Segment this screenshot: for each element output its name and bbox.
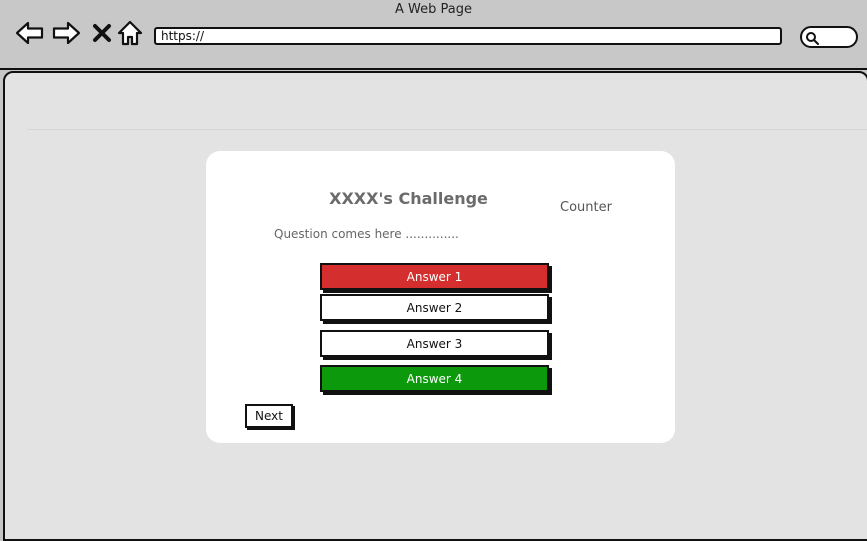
forward-arrow-icon[interactable]	[51, 18, 81, 48]
next-button[interactable]: Next	[245, 404, 293, 428]
address-bar[interactable]: https://	[154, 27, 782, 45]
close-x-icon[interactable]	[87, 18, 117, 48]
answer-4-button[interactable]: Answer 4	[320, 365, 549, 392]
quiz-card: XXXX's Challenge Counter Question comes …	[206, 151, 675, 443]
browser-chrome: A Web Page https://	[0, 0, 867, 70]
question-text: Question comes here ..............	[274, 227, 459, 241]
answer-1-button[interactable]: Answer 1	[320, 263, 549, 290]
answer-3-button[interactable]: Answer 3	[320, 330, 549, 357]
window-title: A Web Page	[395, 2, 472, 17]
viewport-divider	[27, 129, 867, 130]
answer-2-button[interactable]: Answer 2	[320, 294, 549, 321]
quiz-title: XXXX's Challenge	[329, 189, 488, 208]
search-field[interactable]	[800, 26, 858, 48]
counter-label: Counter	[560, 200, 612, 215]
back-arrow-icon[interactable]	[15, 18, 45, 48]
home-icon[interactable]	[115, 18, 145, 48]
search-icon	[806, 32, 819, 45]
chrome-divider	[0, 68, 867, 70]
